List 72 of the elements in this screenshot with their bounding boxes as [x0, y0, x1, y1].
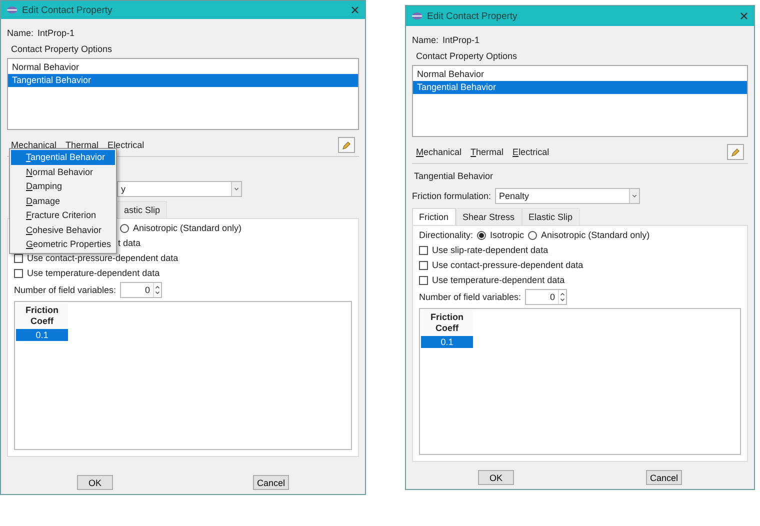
menu-item[interactable]: Tangential Behavior [11, 150, 115, 164]
table-cell[interactable]: 0.1 [421, 336, 473, 348]
field-variables-spinner[interactable]: 0 [525, 289, 568, 305]
section-title: Tangential Behavior [414, 170, 494, 182]
list-item[interactable]: Tangential Behavior [413, 81, 747, 94]
dialog-button[interactable]: OK [478, 470, 514, 485]
table-cell[interactable]: 0.1 [16, 329, 68, 341]
radio-label: Isotropic [490, 229, 524, 241]
name-label: Name: [7, 27, 34, 39]
menu-tab[interactable]: Electrical [108, 140, 144, 150]
app-icon [7, 6, 17, 14]
menu-item[interactable]: Damage [11, 194, 115, 208]
window-title: Edit Contact Property [427, 10, 518, 22]
tab[interactable]: astic Slip [117, 201, 168, 218]
formulation-dropdown[interactable]: Penalty [495, 188, 640, 204]
directionality-label: Directionality: [419, 229, 474, 241]
radio-label: Anisotropic (Standard only) [541, 229, 650, 241]
radio-label: Anisotropic (Standard only) [133, 222, 242, 234]
pencil-icon [342, 140, 351, 150]
dialog-button[interactable]: Cancel [253, 475, 289, 490]
list-item[interactable]: Normal Behavior [413, 68, 747, 81]
menu-tab[interactable]: Thermal [66, 140, 99, 150]
app-icon [412, 12, 422, 20]
field-variables-label: Number of field variables: [14, 284, 116, 296]
menu-item[interactable]: Normal Behavior [11, 164, 115, 179]
checkbox-label: t data [118, 237, 141, 249]
edit-button[interactable] [727, 144, 744, 160]
field-variables-spinner[interactable]: 0 [120, 282, 162, 298]
window-title: Edit Contact Property [22, 4, 114, 16]
name-label: Name: [412, 34, 439, 46]
spinner-arrows-icon [558, 290, 566, 304]
menu-tab[interactable]: Thermal [470, 147, 504, 157]
pencil-icon [731, 148, 740, 156]
checkbox-label: Use contact-pressure-dependent data [27, 252, 178, 264]
list-item[interactable]: Normal Behavior [8, 61, 358, 74]
checkbox-label: Use temperature-dependent data [432, 274, 565, 286]
checkbox-label: Use contact-pressure-dependent data [432, 259, 584, 271]
dialog-button[interactable]: OK [77, 475, 113, 490]
checkbox-label: Use slip-rate-dependent data [432, 244, 548, 256]
menu-tab[interactable]: Mechanical [416, 147, 462, 157]
menu-item[interactable]: Geometric Properties [11, 237, 115, 252]
formulation-dropdown[interactable]: y [117, 181, 242, 197]
group-label: Contact Property Options [415, 50, 518, 62]
name-value: IntProp-1 [38, 27, 75, 39]
close-icon[interactable] [740, 12, 748, 20]
checkbox[interactable] [419, 246, 428, 254]
column-header: Friction Coeff [16, 303, 68, 329]
checkbox[interactable] [419, 276, 428, 284]
field-variables-label: Number of field variables: [419, 291, 522, 303]
radio-button[interactable] [477, 230, 486, 240]
group-label: Contact Property Options [10, 43, 114, 55]
tab[interactable]: Elastic Slip [522, 208, 580, 225]
checkbox-label: Use temperature-dependent data [27, 267, 160, 279]
menu-tab[interactable]: Electrical [512, 147, 550, 157]
tab[interactable]: Shear Stress [456, 208, 522, 225]
radio-button[interactable] [528, 230, 538, 240]
close-icon[interactable] [351, 6, 359, 14]
dialog-button[interactable]: Cancel [646, 470, 682, 485]
menu-tab[interactable]: Mechanical [11, 140, 57, 150]
column-header: Friction Coeff [421, 310, 473, 336]
formulation-label: Friction formulation: [412, 190, 492, 202]
menu-item[interactable]: Cohesive Behavior [11, 222, 115, 237]
edit-button[interactable] [338, 137, 355, 153]
spinner-arrows-icon [153, 283, 162, 297]
list-item[interactable]: Tangential Behavior [8, 74, 358, 87]
checkbox[interactable] [14, 268, 23, 278]
name-value: IntProp-1 [442, 34, 480, 46]
tab[interactable]: Friction [412, 208, 456, 225]
menu-item[interactable]: Fracture Criterion [11, 208, 115, 222]
checkbox[interactable] [419, 260, 428, 270]
menu-item[interactable]: Damping [11, 179, 115, 194]
radio-button[interactable] [120, 224, 129, 232]
